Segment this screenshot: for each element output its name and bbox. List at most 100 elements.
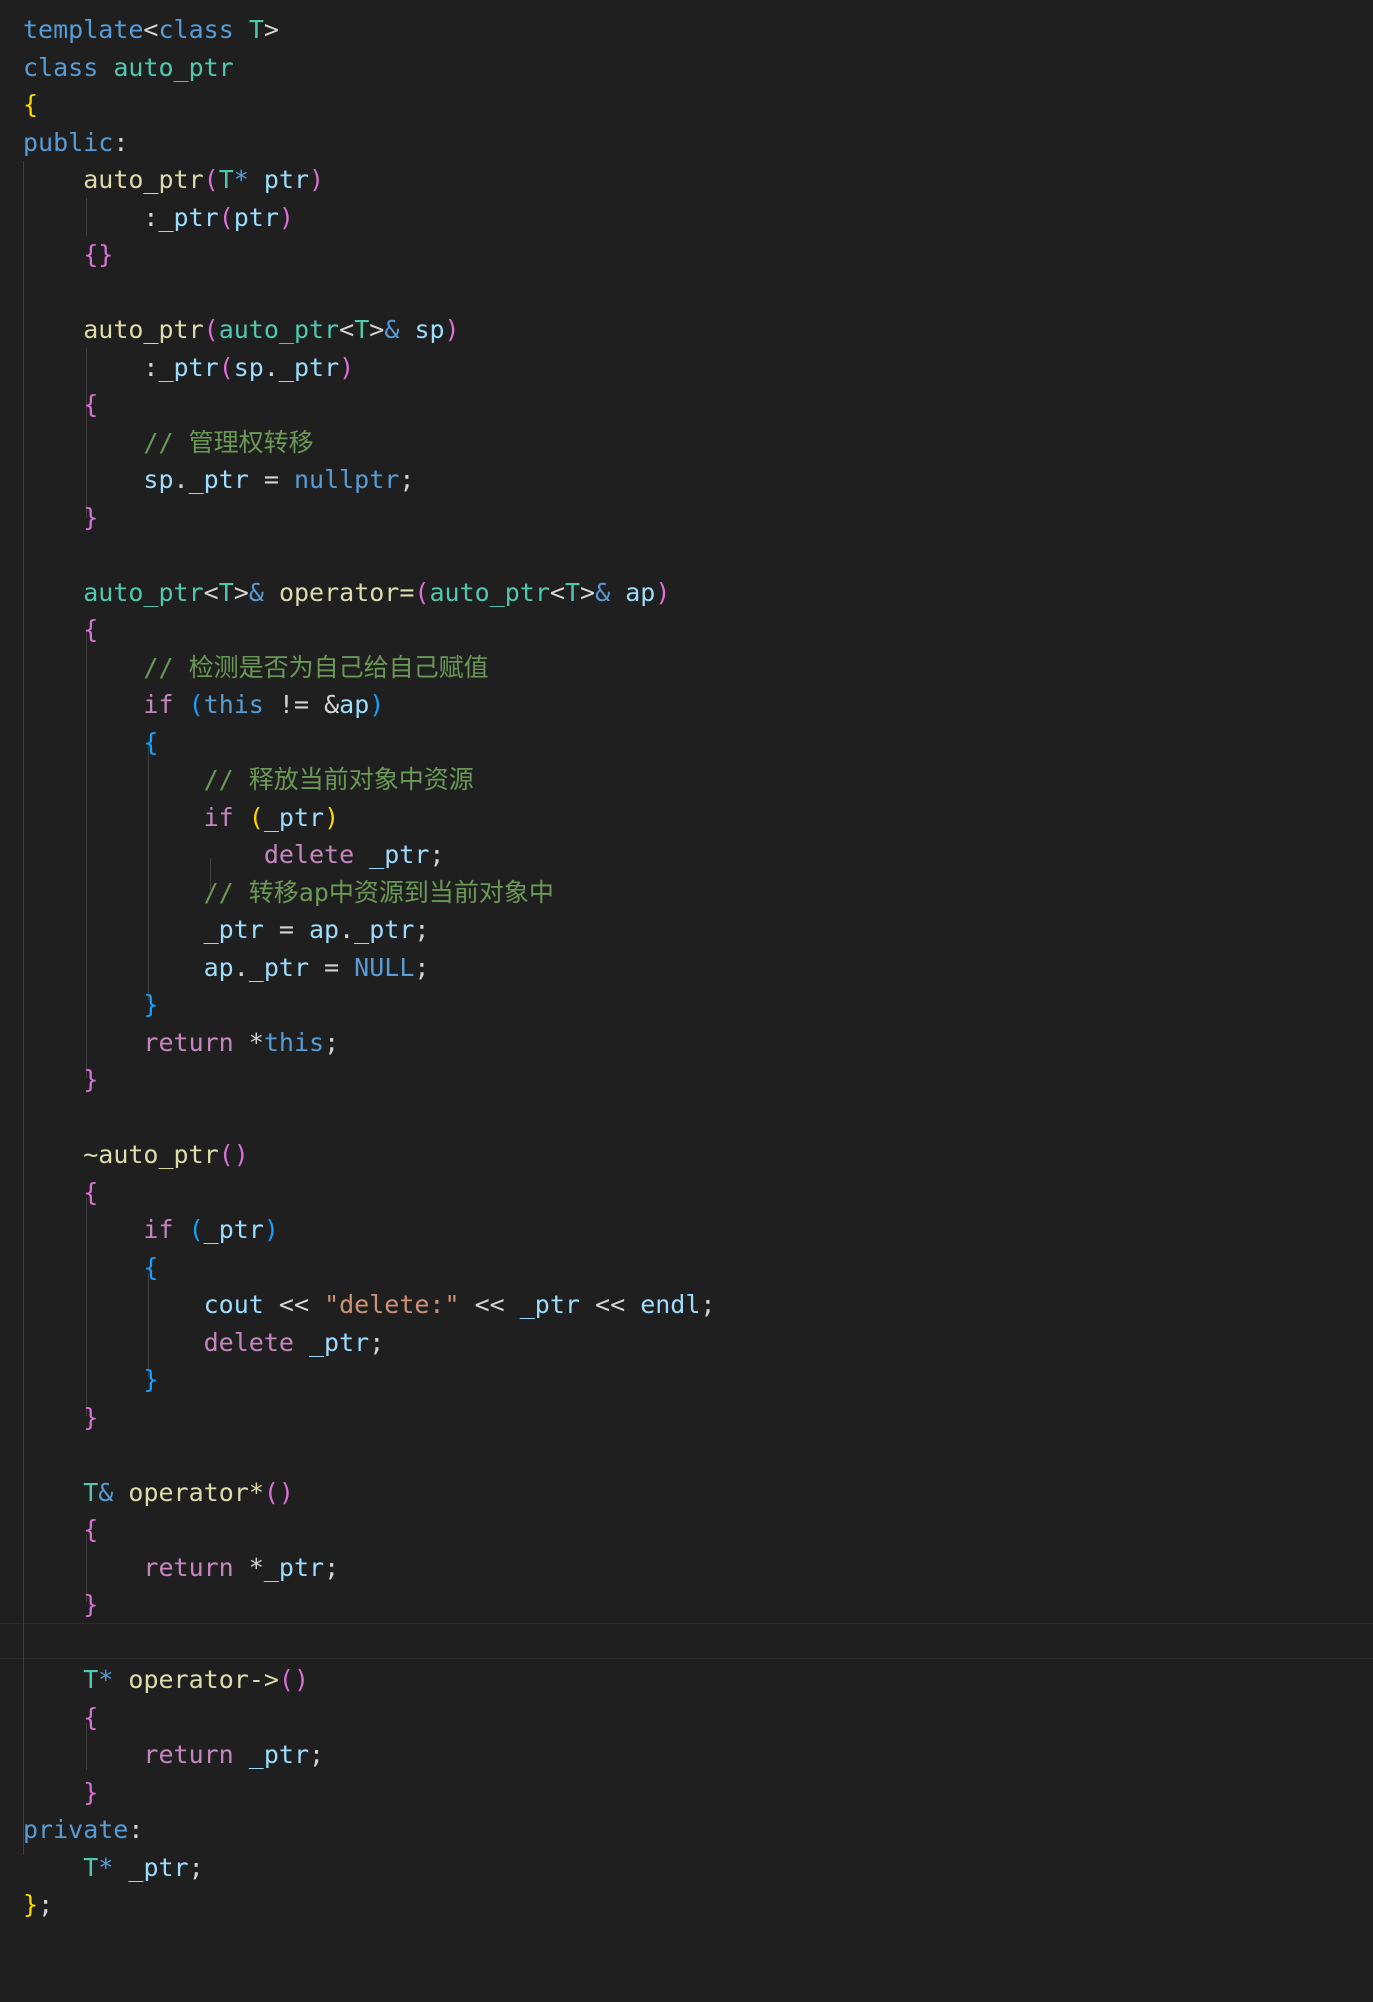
code-token: ) bbox=[444, 315, 460, 344]
code-line: } bbox=[23, 1061, 98, 1099]
code-token: _ptr bbox=[188, 465, 249, 494]
code-line: ~auto_ptr() bbox=[23, 1136, 249, 1174]
code-line: if (_ptr) bbox=[23, 1211, 279, 1249]
code-token: : bbox=[23, 352, 159, 382]
code-token: ; bbox=[369, 1327, 385, 1357]
code-token: T bbox=[564, 577, 581, 607]
code-line: auto_ptr(T* ptr) bbox=[23, 161, 324, 199]
code-line: T* operator->() bbox=[23, 1661, 309, 1699]
code-token: this bbox=[263, 1027, 325, 1057]
code-token: // 转移ap中资源到当前对象中 bbox=[203, 877, 554, 907]
code-line: :_ptr(ptr) bbox=[23, 199, 294, 237]
code-token: < bbox=[203, 577, 219, 607]
code-line: { bbox=[23, 724, 158, 762]
code-token: } bbox=[143, 1365, 159, 1394]
code-token: if bbox=[203, 802, 234, 832]
code-token: ptr bbox=[263, 165, 310, 194]
code-token: return bbox=[143, 1027, 234, 1057]
code-token: : bbox=[23, 202, 159, 232]
code-token: . bbox=[233, 952, 249, 982]
code-token: ap bbox=[203, 952, 234, 982]
code-token: { bbox=[143, 727, 159, 757]
code-token: auto_ptr bbox=[113, 52, 234, 82]
code-line: { bbox=[23, 1511, 98, 1549]
code-token: & bbox=[248, 577, 264, 607]
code-line: private: bbox=[23, 1811, 143, 1849]
code-token: _ptr bbox=[203, 915, 264, 944]
code-token: _ptr bbox=[203, 1215, 264, 1244]
code-token: * bbox=[233, 165, 249, 194]
code-token: auto_ptr bbox=[83, 315, 204, 344]
code-token: { bbox=[83, 1515, 99, 1544]
code-token: T bbox=[83, 1852, 99, 1882]
code-token: != & bbox=[263, 690, 340, 719]
code-token: ; bbox=[429, 840, 445, 869]
code-token: auto_ptr bbox=[218, 315, 340, 344]
code-token: < bbox=[339, 315, 355, 344]
code-token: ptr bbox=[233, 202, 279, 232]
code-token: ; bbox=[38, 1890, 54, 1919]
code-token: ap bbox=[339, 690, 370, 719]
code-token: < bbox=[143, 15, 159, 44]
code-token: NULL bbox=[354, 952, 415, 982]
code-line: { bbox=[23, 611, 98, 649]
code-line: delete _ptr; bbox=[23, 836, 445, 874]
code-token: { bbox=[83, 1177, 99, 1207]
code-token: ; bbox=[700, 1290, 716, 1319]
code-token: // 释放当前对象中资源 bbox=[203, 765, 474, 794]
code-line: { bbox=[23, 1174, 98, 1212]
code-line: { bbox=[23, 386, 98, 424]
code-line: if (this != &ap) bbox=[23, 686, 384, 724]
code-token: { bbox=[83, 1702, 99, 1732]
code-line: return _ptr; bbox=[23, 1736, 324, 1774]
code-token: * bbox=[98, 1665, 114, 1694]
code-token: * bbox=[233, 1552, 264, 1582]
code-token: * bbox=[233, 1027, 264, 1057]
code-token: } bbox=[83, 1402, 99, 1432]
code-line: // 转移ap中资源到当前对象中 bbox=[23, 874, 554, 912]
code-line: return *_ptr; bbox=[23, 1549, 339, 1587]
code-token: T bbox=[83, 1665, 99, 1694]
code-line: delete _ptr; bbox=[23, 1324, 385, 1362]
code-token: private bbox=[23, 1815, 129, 1844]
code-token: delete bbox=[203, 1327, 294, 1357]
code-line: { bbox=[23, 1699, 98, 1737]
code-token: operator* bbox=[128, 1477, 264, 1507]
code-token: T bbox=[354, 315, 370, 344]
code-token: ; bbox=[324, 1552, 340, 1582]
code-line: { bbox=[23, 1249, 158, 1287]
code-token: : bbox=[113, 127, 129, 157]
code-token: sp bbox=[414, 315, 445, 344]
code-line: cout << "delete:" << _ptr << endl; bbox=[23, 1286, 716, 1324]
code-token: } bbox=[143, 990, 159, 1019]
code-token: ; bbox=[414, 915, 430, 944]
code-token: : bbox=[128, 1815, 144, 1844]
code-line: T& operator*() bbox=[23, 1474, 294, 1512]
code-token: _ptr bbox=[158, 352, 219, 382]
code-editor[interactable]: template<class T> class auto_ptr{public: … bbox=[0, 0, 1373, 2002]
code-token: auto_ptr bbox=[83, 577, 204, 607]
